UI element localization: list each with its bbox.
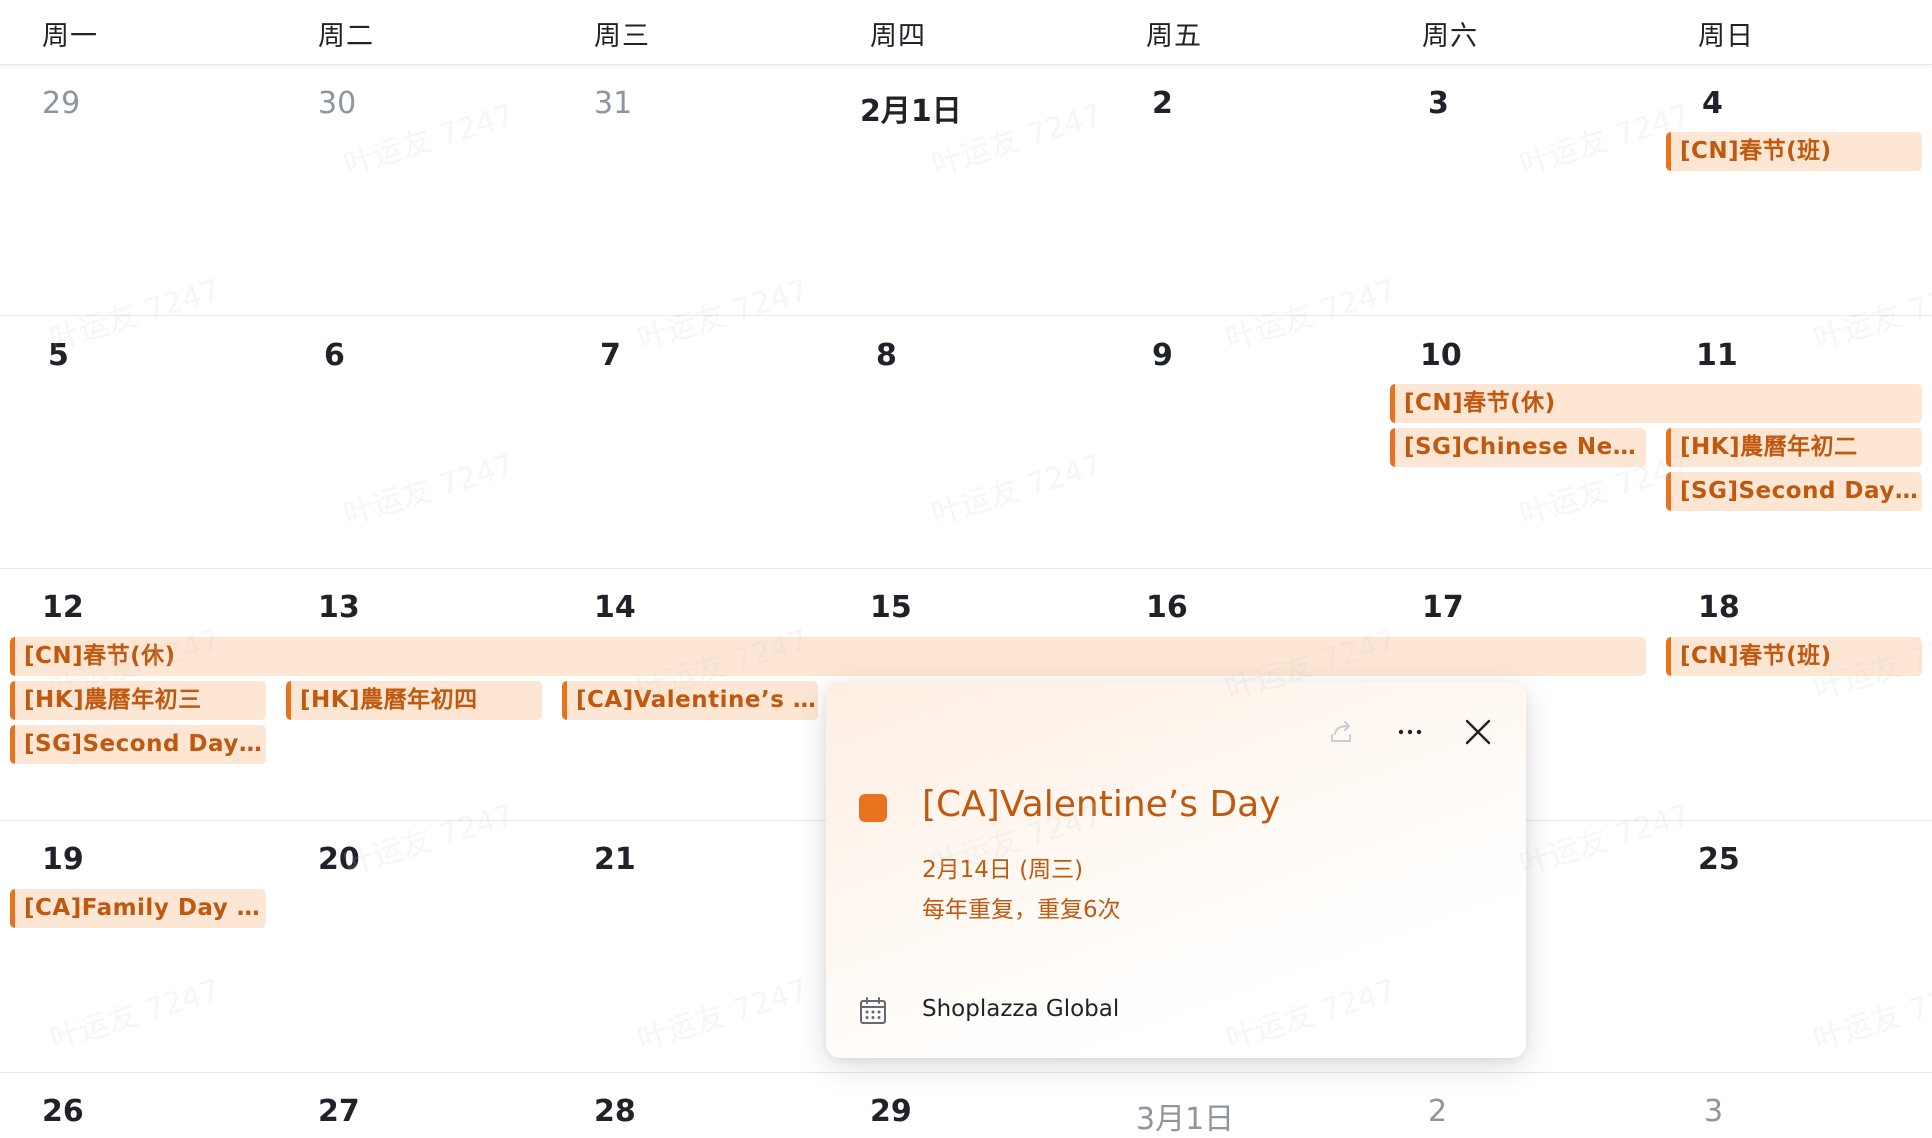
close-button[interactable] (1456, 712, 1500, 756)
day-number[interactable]: 5 (48, 338, 69, 373)
event-date: 2月14日 (周三) (922, 857, 1084, 883)
week-divider (0, 1072, 1932, 1073)
week-divider (0, 568, 1932, 569)
day-number[interactable]: 31 (594, 86, 632, 121)
share-button[interactable] (1320, 712, 1364, 756)
event-recurrence: 每年重复，重复6次 (922, 897, 1121, 923)
day-number[interactable]: 17 (1422, 590, 1464, 625)
weekday-mon: 周一 (42, 21, 98, 52)
more-button[interactable] (1388, 712, 1432, 756)
close-icon (1463, 717, 1493, 751)
weekday-tue: 周二 (318, 21, 374, 52)
weekday-header: 周一 周二 周三 周四 周五 周六 周日 (0, 0, 1932, 65)
day-number[interactable]: 30 (318, 86, 356, 121)
weekday-sat: 周六 (1422, 21, 1478, 52)
event-chip[interactable]: [HK]農曆年初二 (1666, 428, 1922, 467)
day-number[interactable]: 15 (870, 590, 912, 625)
watermark-text: 叶运友 7247 (1809, 972, 1932, 1058)
event-detail-popover: [CA]Valentine’s Day 2月14日 (周三) 每年重复，重复6次… (826, 682, 1526, 1058)
weekday-sun: 周日 (1698, 21, 1754, 52)
event-chip[interactable]: [CN]春节(休) (1390, 384, 1922, 423)
day-number[interactable]: 21 (594, 842, 636, 877)
calendar-name[interactable]: Shoplazza Global (922, 996, 1119, 1022)
event-chip[interactable]: [SG]Second Day o... (10, 725, 266, 764)
day-number[interactable]: 18 (1698, 590, 1740, 625)
day-number[interactable]: 3 (1428, 86, 1449, 121)
day-number[interactable]: 19 (42, 842, 84, 877)
day-number[interactable]: 8 (876, 338, 897, 373)
event-chip[interactable]: [HK]農曆年初四 (286, 681, 542, 720)
watermark-text: 叶运友 7247 (1515, 797, 1695, 883)
day-number[interactable]: 12 (42, 590, 84, 625)
event-chip[interactable]: [CN]春节(休) (10, 637, 1646, 676)
day-number[interactable]: 13 (318, 590, 360, 625)
day-number[interactable]: 2月1日 (860, 86, 962, 130)
day-number[interactable]: 25 (1698, 842, 1740, 877)
day-number[interactable]: 10 (1420, 338, 1462, 373)
day-number[interactable]: 6 (324, 338, 345, 373)
day-number[interactable]: 3月1日 (1136, 1094, 1234, 1138)
event-chip[interactable]: [HK]農曆年初三 (10, 681, 266, 720)
share-icon (1327, 717, 1357, 751)
event-chip[interactable]: [CN]春节(班) (1666, 637, 1922, 676)
event-chip[interactable]: [CN]春节(班) (1666, 132, 1922, 171)
event-chip[interactable]: [CA]Valentine’s Day (562, 681, 818, 720)
watermark-text: 叶运友 7247 (339, 797, 519, 883)
watermark-text: 叶运友 7247 (45, 972, 225, 1058)
watermark-text: 叶运友 7247 (633, 972, 813, 1058)
watermark-text: 叶运友 7247 (339, 447, 519, 533)
weekday-fri: 周五 (1146, 21, 1202, 52)
watermark-text: 叶运友 7247 (1221, 272, 1401, 358)
event-chip[interactable]: [CA]Family Day (A... (10, 889, 266, 928)
day-number[interactable]: 11 (1696, 338, 1738, 373)
watermark-text: 叶运友 7247 (339, 97, 519, 183)
watermark-text: 叶运友 7247 (633, 272, 813, 358)
day-number[interactable]: 7 (600, 338, 621, 373)
event-color-swatch (859, 794, 887, 822)
calendar-icon (859, 997, 887, 1025)
day-number[interactable]: 16 (1146, 590, 1188, 625)
day-number[interactable]: 9 (1152, 338, 1173, 373)
event-chip[interactable]: [SG]Second Day o... (1666, 472, 1922, 511)
watermark-text: 叶运友 7247 (927, 447, 1107, 533)
day-number[interactable]: 20 (318, 842, 360, 877)
more-icon (1395, 717, 1425, 751)
week-divider (0, 315, 1932, 316)
event-chip[interactable]: [SG]Chinese New ... (1390, 428, 1646, 467)
event-title: [CA]Valentine’s Day (922, 784, 1281, 825)
weekday-wed: 周三 (594, 21, 650, 52)
day-number[interactable]: 2 (1152, 86, 1173, 121)
watermark-text: 叶运友 7247 (45, 272, 225, 358)
day-number[interactable]: 29 (42, 86, 80, 121)
day-number[interactable]: 4 (1702, 86, 1723, 121)
weekday-thu: 周四 (870, 21, 926, 52)
day-number[interactable]: 14 (594, 590, 636, 625)
watermark-text: 叶运友 7247 (1809, 272, 1932, 358)
